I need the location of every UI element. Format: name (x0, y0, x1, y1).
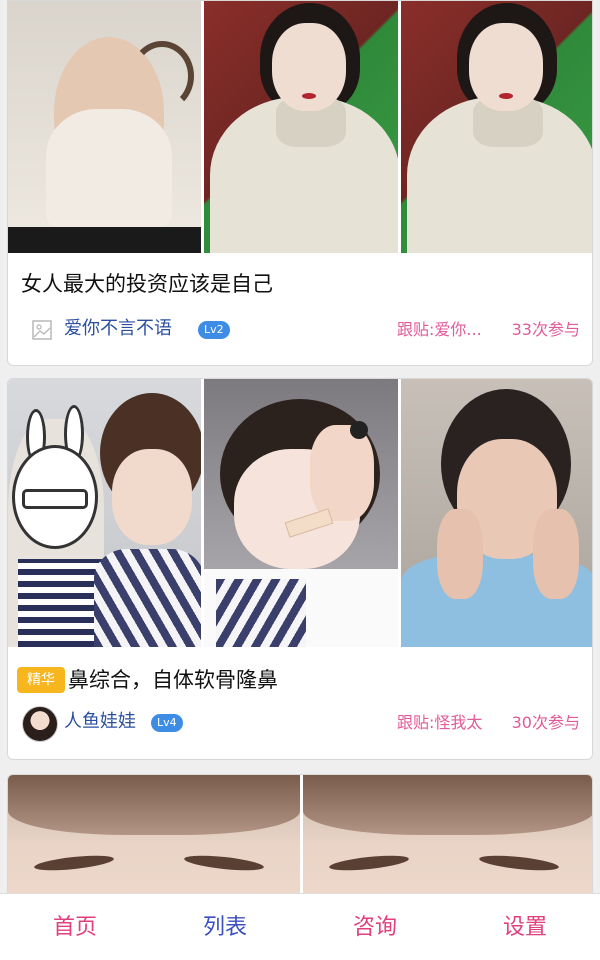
post-card[interactable]: 精华 鼻综合，自体软骨隆鼻 人鱼娃娃 Lv4 跟贴:怪我太 30次参与 (7, 378, 593, 760)
author-name[interactable]: 人鱼娃娃 (64, 710, 136, 734)
glasses-icon (22, 489, 88, 509)
tab-settings[interactable]: 设置 (450, 894, 600, 960)
photo-lips (498, 93, 513, 99)
photo-face (112, 449, 192, 545)
post-meta: 人鱼娃娃 Lv4 跟贴:怪我太 30次参与 (8, 706, 592, 742)
latest-follow-up[interactable]: 跟贴:怪我太 (397, 712, 482, 734)
photo-eyebrow (183, 852, 265, 874)
latest-follow-up[interactable]: 跟贴:爱你... (397, 319, 482, 341)
image-placeholder-icon (32, 320, 52, 340)
photo-shirt (94, 549, 202, 647)
post-meta: 爱你不言不语 Lv2 跟贴:爱你... 33次参与 (8, 313, 592, 347)
tab-list[interactable]: 列表 (150, 894, 300, 960)
photo-eyebrow (33, 852, 115, 874)
photo-hand (436, 509, 483, 599)
tab-home[interactable]: 首页 (0, 894, 150, 960)
post-photo-nose-tape[interactable] (204, 379, 398, 647)
post-image-row[interactable] (8, 1, 592, 253)
participation-count: 33次参与 (511, 320, 580, 339)
photo-hair (8, 775, 300, 835)
photo-eyebrow (328, 852, 409, 874)
post-title[interactable]: 鼻综合，自体软骨隆鼻 (68, 665, 278, 695)
tab-consult[interactable]: 咨询 (300, 894, 450, 960)
post-photo-face-wrap[interactable] (8, 1, 202, 253)
post-photo-group-selfie[interactable] (8, 379, 202, 647)
photo-shirt (216, 579, 307, 647)
photo-hand (310, 425, 375, 521)
participation-count: 30次参与 (511, 713, 580, 732)
photo-shirt (18, 559, 106, 647)
photo-hair (130, 41, 194, 111)
level-badge: Lv2 (198, 321, 230, 339)
photo-hair (302, 775, 592, 835)
post-card[interactable]: 女人最大的投资应该是自己 爱你不言不语 Lv2 跟贴:爱你... 33次参与 (7, 0, 593, 366)
essence-badge: 精华 (17, 667, 65, 693)
post-photo-hands-cheeks[interactable] (400, 379, 592, 647)
post-title[interactable]: 女人最大的投资应该是自己 (21, 269, 273, 299)
photo-eyebrow (478, 852, 559, 874)
bottom-tab-bar: 首页 列表 咨询 设置 (0, 893, 600, 960)
post-photo-coat-selfie[interactable] (204, 1, 398, 253)
level-badge: Lv4 (151, 714, 183, 732)
author-name[interactable]: 爱你不言不语 (64, 317, 172, 341)
post-photo-coat-selfie[interactable] (400, 1, 592, 253)
photo-hand (532, 509, 579, 599)
post-image-row[interactable] (8, 379, 592, 647)
photo-compression-bandage (46, 109, 172, 227)
avatar[interactable] (22, 706, 58, 742)
